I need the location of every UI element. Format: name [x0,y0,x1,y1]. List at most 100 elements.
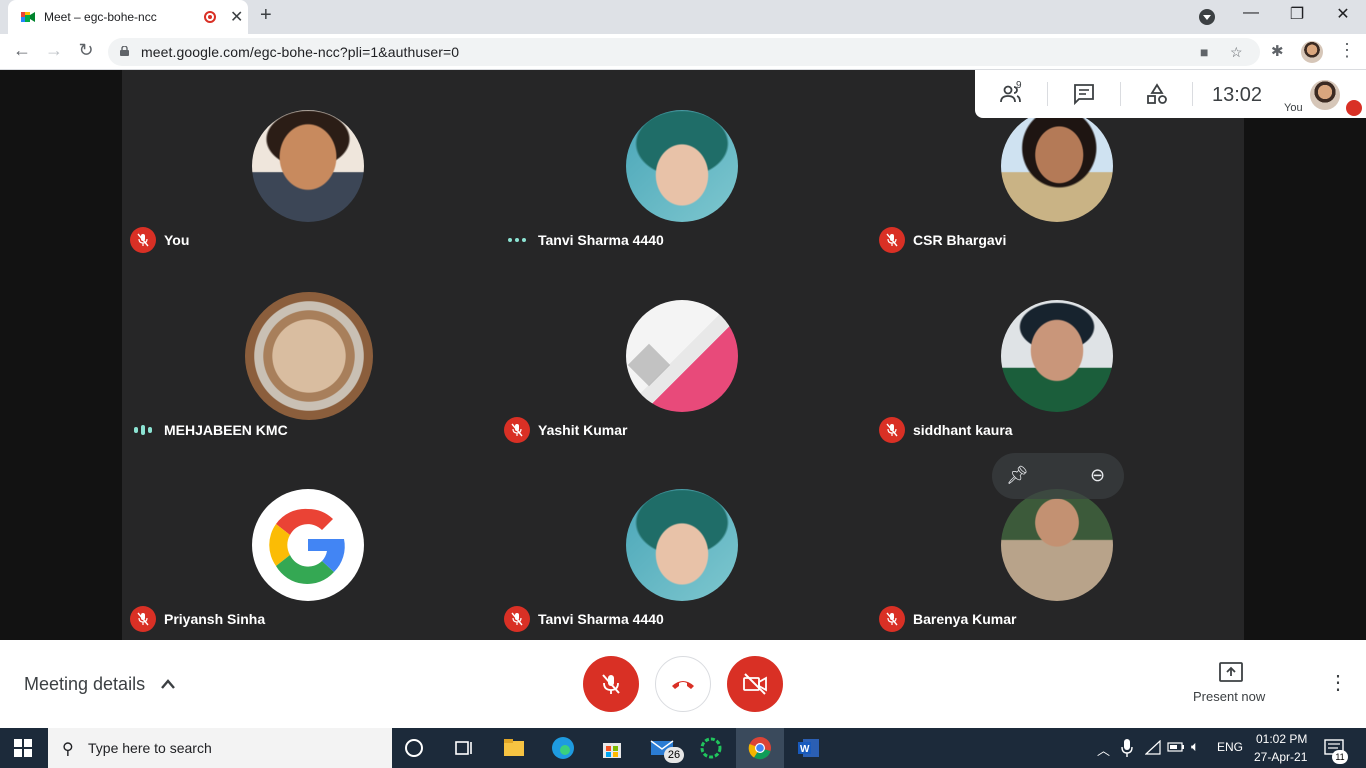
participant-avatar [245,292,373,420]
participant-name: siddhant kaura [913,422,1013,438]
lock-icon [120,46,129,56]
chevron-up-icon[interactable] [160,678,176,690]
participant-tile[interactable]: Yashit Kumar [496,260,870,450]
meeting-details-button[interactable]: Meeting details [24,674,145,695]
back-arrow-icon[interactable]: ← [10,40,34,61]
speaking-indicator-icon [130,417,156,443]
forward-arrow-icon[interactable]: → [42,40,66,61]
taskbar-search-box[interactable]: ⚲ Type here to search [48,728,392,768]
participant-tile[interactable]: MEHJABEEN KMC [122,260,496,450]
chat-icon[interactable] [1072,82,1096,106]
participant-name: MEHJABEEN KMC [164,422,288,438]
google-g-logo-icon [269,508,345,584]
participant-name: Priyansh Sinha [164,611,266,627]
taskbar-clock-time[interactable]: 01:02 PM [1256,732,1307,746]
meeting-controls-bar: Meeting details Present now ⋮ [0,640,1366,728]
mic-off-icon [504,417,530,443]
participant-tile[interactable]: Tanvi Sharma 4440 [496,449,870,639]
meeting-stage: You Tanvi Sharma 4440 CSR Bhargavi MEHJA… [0,70,1366,640]
mic-off-icon [504,606,530,632]
participant-tile[interactable]: Priyansh Sinha [122,449,496,639]
audio-idle-indicator-icon [504,227,530,253]
wifi-icon[interactable] [1145,740,1161,756]
cortana-icon[interactable] [405,739,423,757]
battery-icon[interactable] [1167,741,1185,753]
self-view-avatar[interactable] [1310,80,1340,110]
camera-in-use-icon[interactable]: ■ [1200,44,1208,60]
participant-name: You [164,232,190,248]
microphone-toggle-button[interactable] [583,656,639,712]
mic-off-icon [130,606,156,632]
mic-off-icon [879,606,905,632]
loading-app-icon[interactable] [699,736,723,760]
pin-icon[interactable]: 📌︎ [1006,465,1029,486]
tab-search-icon[interactable] [1199,9,1215,25]
windows-start-icon[interactable] [14,739,32,757]
microsoft-store-icon[interactable] [600,736,624,760]
separator [1047,82,1048,106]
address-bar[interactable]: meet.google.com/egc-bohe-ncc?pli=1&authu… [108,38,1260,66]
profile-avatar[interactable] [1301,41,1323,63]
file-explorer-icon[interactable] [502,736,526,760]
separator [1120,82,1121,106]
present-screen-icon[interactable] [1219,662,1243,682]
activities-icon[interactable] [1145,82,1169,106]
participant-name: Barenya Kumar [913,611,1017,627]
mic-off-icon [130,227,156,253]
minimize-button[interactable]: — [1236,4,1266,22]
search-icon: ⚲ [62,741,74,758]
participant-tile[interactable]: siddhant kaura [871,260,1245,450]
participant-tile[interactable]: You [122,70,496,260]
browser-tab[interactable]: Meet – egc-bohe-ncc ✕ [8,0,248,34]
window-close-button[interactable]: ✕ [1328,4,1358,24]
tab-close-icon[interactable]: ✕ [230,7,243,27]
camera-off-icon [743,673,767,695]
participant-name: Yashit Kumar [538,422,628,438]
stage-right-margin [1244,70,1366,640]
notification-badge: 11 [1332,750,1348,764]
reload-icon[interactable]: ↻ [74,40,98,61]
tile-hover-controls: 📌︎ ⊖ [992,453,1124,499]
mail-badge: 26 [664,747,684,763]
show-hidden-icons-icon[interactable]: ︿ [1097,740,1110,759]
search-placeholder: Type here to search [88,740,212,756]
more-options-icon[interactable]: ⋮ [1328,670,1348,695]
participant-avatar [626,110,738,222]
leave-call-button[interactable] [655,656,711,712]
task-view-icon[interactable] [452,736,476,760]
tab-title: Meet – egc-bohe-ncc [44,10,157,24]
participant-avatar [1001,300,1113,412]
camera-toggle-button[interactable] [727,656,783,712]
participant-avatar [626,300,738,412]
participant-avatar [626,489,738,601]
participant-name: CSR Bhargavi [913,232,1007,248]
url-text: meet.google.com/egc-bohe-ncc?pli=1&authu… [141,44,460,60]
remove-participant-icon[interactable]: ⊖ [1090,465,1105,486]
microphone-tray-icon[interactable] [1121,739,1133,757]
mic-off-icon [879,417,905,443]
restore-button[interactable]: ❐ [1282,4,1312,24]
windows-taskbar: ⚲ Type here to search 26 W ︿ 🔈︎ ENG 01:0… [0,728,1366,768]
language-indicator[interactable]: ENG [1217,740,1243,754]
participant-avatar [1001,489,1113,601]
browser-toolbar: ← → ↻ meet.google.com/egc-bohe-ncc?pli=1… [0,34,1366,70]
recording-indicator-icon [204,11,216,23]
browser-tab-strip: Meet – egc-bohe-ncc ✕ + — ❐ ✕ [0,0,1366,34]
edge-browser-icon[interactable] [551,736,575,760]
new-tab-button[interactable]: + [260,4,272,27]
self-view-label: You [1284,102,1303,114]
meeting-clock: 13:02 [1212,84,1263,106]
chrome-icon[interactable] [748,736,772,760]
word-icon[interactable]: W [797,736,821,760]
participant-count: 9 [1016,80,1022,91]
extensions-puzzle-icon[interactable]: ✱ [1271,42,1284,60]
taskbar-clock-date[interactable]: 27-Apr-21 [1254,750,1307,764]
present-now-button[interactable]: Present now [1193,689,1265,704]
hang-up-icon [672,681,694,689]
volume-icon[interactable]: 🔈︎ [1191,738,1199,755]
bookmark-star-icon[interactable]: ☆ [1230,44,1243,61]
meet-info-panel: 9 13:02 You [975,70,1366,118]
chrome-menu-icon[interactable]: ⋮ [1338,40,1356,61]
self-mic-off-icon [1346,100,1362,116]
participant-tile[interactable]: Tanvi Sharma 4440 [496,70,870,260]
